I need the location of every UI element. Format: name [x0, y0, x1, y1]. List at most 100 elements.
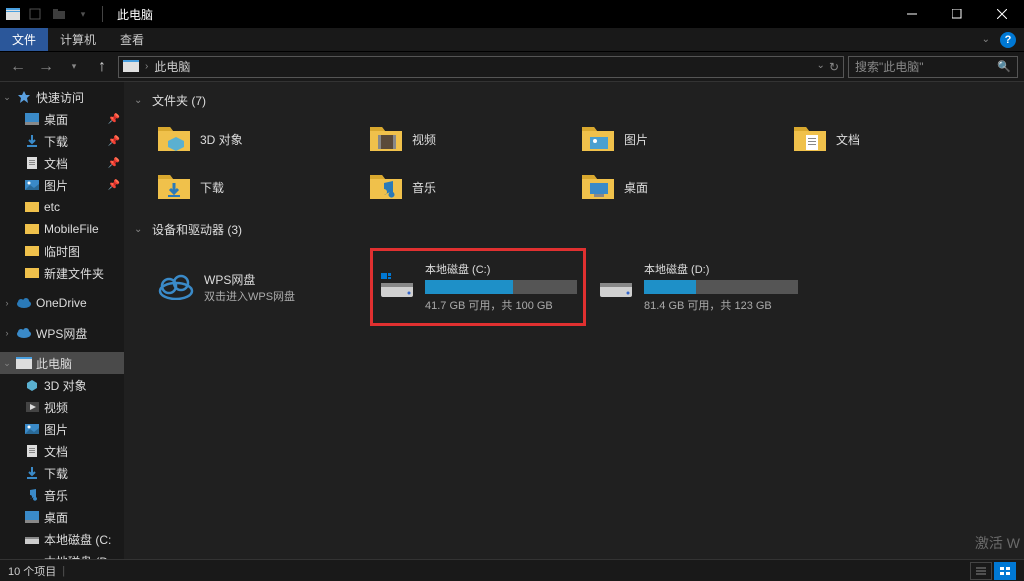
content-pane[interactable]: ⌄ 文件夹 (7) 3D 对象 视频 图片 文档 下载 音乐	[124, 82, 1024, 559]
sidebar-pc-item[interactable]: 3D 对象	[0, 374, 124, 396]
search-input[interactable]: 搜索"此电脑" 🔍	[848, 56, 1018, 78]
ribbon-tab-computer[interactable]: 计算机	[48, 28, 108, 51]
sidebar-quick-item[interactable]: MobileFile	[0, 218, 124, 240]
navigation-pane[interactable]: ⌄ 快速访问 桌面 📌 下载 📌 文档 📌 图片 📌 etc MobileFil…	[0, 82, 124, 559]
folder-item[interactable]: 图片	[578, 119, 786, 159]
drive-sub: 41.7 GB 可用，共 100 GB	[425, 297, 577, 313]
navbar: ← → ▾ ↑ › 此电脑 ⌄ ↻ 搜索"此电脑" 🔍	[0, 52, 1024, 82]
folder-item[interactable]: 3D 对象	[154, 119, 362, 159]
caret-icon[interactable]: ›	[2, 328, 12, 338]
folder-label: 图片	[624, 131, 648, 148]
sidebar-item-label: 桌面	[44, 509, 68, 526]
drive-label: 本地磁盘 (C:)	[425, 261, 577, 277]
sidebar-this-pc[interactable]: ⌄ 此电脑	[0, 352, 124, 374]
drive-usage-bar	[644, 280, 798, 294]
sidebar-pc-item[interactable]: 视频	[0, 396, 124, 418]
address-bar[interactable]: › 此电脑 ⌄ ↻	[118, 56, 844, 78]
sidebar-pc-item[interactable]: 图片	[0, 418, 124, 440]
sidebar-item-label: 文档	[44, 155, 68, 172]
nav-recent-dropdown[interactable]: ▾	[62, 55, 86, 79]
search-icon: 🔍	[997, 60, 1011, 73]
caret-icon[interactable]: ⌄	[2, 358, 12, 369]
folder-label: 音乐	[412, 179, 436, 196]
wps-cloud-item[interactable]: WPS网盘 双击进入WPS网盘	[154, 248, 362, 326]
qat-properties-icon[interactable]	[26, 5, 44, 23]
sidebar-pc-item[interactable]: 本地磁盘 (D:	[0, 550, 124, 559]
folder-item[interactable]: 桌面	[578, 167, 786, 207]
chevron-down-icon[interactable]: ⌄	[134, 95, 146, 106]
sidebar-pc-item[interactable]: 音乐	[0, 484, 124, 506]
folder-item[interactable]: 下载	[154, 167, 362, 207]
caret-icon[interactable]: ›	[2, 298, 12, 308]
sidebar-item-label: WPS网盘	[36, 325, 87, 342]
close-button[interactable]	[979, 0, 1024, 28]
folder-icon	[368, 121, 404, 157]
pin-icon: 📌	[108, 114, 120, 125]
sidebar-quick-item[interactable]: 新建文件夹	[0, 262, 124, 284]
sidebar-pc-item[interactable]: 文档	[0, 440, 124, 462]
sidebar-quick-access[interactable]: ⌄ 快速访问	[0, 86, 124, 108]
folder-icon	[156, 121, 192, 157]
qat-dropdown-icon[interactable]: ▾	[74, 5, 92, 23]
sidebar-pc-item[interactable]: 桌面	[0, 506, 124, 528]
sidebar-quick-item[interactable]: 桌面 📌	[0, 108, 124, 130]
view-details-button[interactable]	[970, 562, 992, 580]
item-icon	[24, 487, 40, 503]
view-tiles-button[interactable]	[994, 562, 1016, 580]
folder-item[interactable]: 视频	[366, 119, 574, 159]
drive-item[interactable]: 本地磁盘 (C:) 41.7 GB 可用，共 100 GB	[370, 248, 586, 326]
group-header-drives[interactable]: ⌄ 设备和驱动器 (3)	[134, 217, 1014, 242]
item-icon	[24, 199, 40, 215]
chevron-down-icon[interactable]: ⌄	[134, 224, 146, 235]
sidebar-pc-item[interactable]: 下载	[0, 462, 124, 484]
status-text: 10 个项目	[8, 563, 56, 579]
cloud-icon	[158, 269, 194, 305]
sidebar-onedrive[interactable]: › OneDrive	[0, 292, 124, 314]
ribbon-tab-file[interactable]: 文件	[0, 28, 48, 51]
sidebar-quick-item[interactable]: 图片 📌	[0, 174, 124, 196]
sidebar-quick-item[interactable]: etc	[0, 196, 124, 218]
drive-sub: 81.4 GB 可用，共 123 GB	[644, 297, 798, 313]
folder-label: 3D 对象	[200, 131, 243, 148]
folder-item[interactable]: 文档	[790, 119, 998, 159]
sidebar-quick-item[interactable]: 下载 📌	[0, 130, 124, 152]
address-pc-icon	[123, 60, 139, 74]
maximize-button[interactable]	[934, 0, 979, 28]
window-title: 此电脑	[117, 6, 153, 23]
sidebar-quick-item[interactable]: 临时图	[0, 240, 124, 262]
sidebar-item-label: 视频	[44, 399, 68, 416]
nav-back-button[interactable]: ←	[6, 55, 30, 79]
group-header-folders[interactable]: ⌄ 文件夹 (7)	[134, 88, 1014, 113]
item-icon	[24, 133, 40, 149]
nav-up-button[interactable]: ↑	[90, 55, 114, 79]
sidebar-item-label: 图片	[44, 421, 68, 438]
item-icon	[24, 243, 40, 259]
sidebar-item-label: etc	[44, 200, 60, 214]
ribbon-tab-view[interactable]: 查看	[108, 28, 156, 51]
drive-item[interactable]: 本地磁盘 (D:) 81.4 GB 可用，共 123 GB	[594, 248, 802, 326]
sidebar-item-label: 本地磁盘 (C:	[44, 531, 111, 548]
drive-sub: 双击进入WPS网盘	[204, 288, 295, 304]
sidebar-item-label: 快速访问	[36, 89, 84, 106]
item-icon	[24, 509, 40, 525]
folder-item[interactable]: 音乐	[366, 167, 574, 207]
help-icon[interactable]: ?	[1000, 32, 1016, 48]
item-icon	[24, 111, 40, 127]
minimize-button[interactable]	[889, 0, 934, 28]
folder-label: 文档	[836, 131, 860, 148]
sidebar-item-label: 新建文件夹	[44, 265, 104, 282]
pin-icon: 📌	[108, 180, 120, 191]
sidebar-pc-item[interactable]: 本地磁盘 (C:	[0, 528, 124, 550]
qat-new-folder-icon[interactable]	[50, 5, 68, 23]
caret-icon[interactable]: ⌄	[2, 92, 12, 103]
address-dropdown-icon[interactable]: ⌄	[817, 60, 825, 74]
sidebar-item-label: MobileFile	[44, 222, 99, 236]
sidebar-wps[interactable]: › WPS网盘	[0, 322, 124, 344]
sidebar-quick-item[interactable]: 文档 📌	[0, 152, 124, 174]
group-title: 设备和驱动器 (3)	[152, 221, 242, 238]
ribbon-collapse-icon[interactable]: ⌄	[982, 34, 990, 45]
sidebar-item-label: 3D 对象	[44, 377, 87, 394]
sidebar-item-label: 音乐	[44, 487, 68, 504]
nav-forward-button[interactable]: →	[34, 55, 58, 79]
address-refresh-icon[interactable]: ↻	[829, 60, 839, 74]
